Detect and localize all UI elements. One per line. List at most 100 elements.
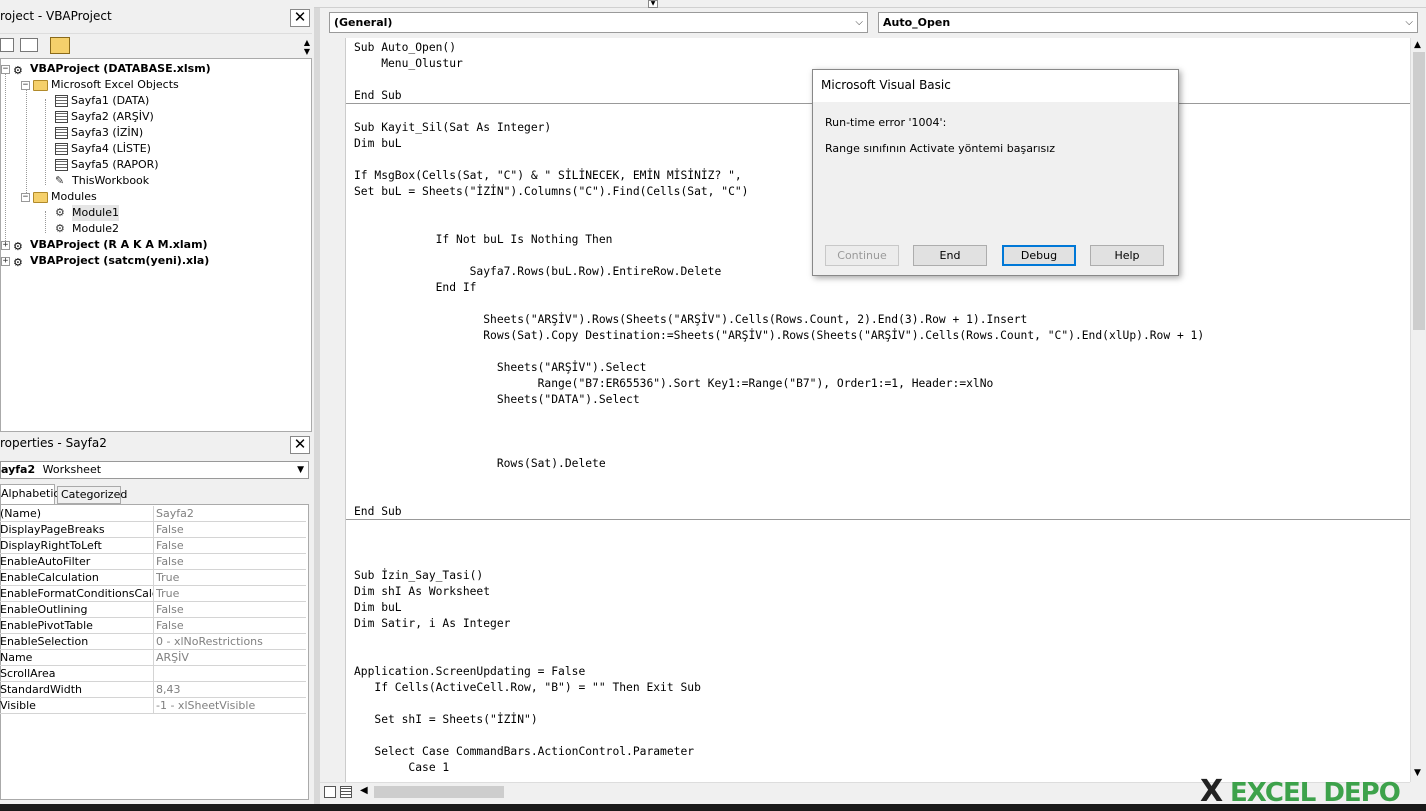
tree-item-project-rakam[interactable]: + ⚙ VBAProject (R A K A M.xlam) xyxy=(1,237,208,253)
tab-alphabetic[interactable]: Alphabetic xyxy=(0,484,59,504)
property-value[interactable] xyxy=(156,666,306,682)
project-close-button[interactable]: ✕ xyxy=(290,9,310,27)
property-row[interactable]: Visible -1 - xlSheetVisible xyxy=(0,698,306,714)
code-line[interactable]: Select Case CommandBars.ActionControl.Pa… xyxy=(354,744,694,760)
property-value[interactable]: False xyxy=(156,554,306,570)
property-value[interactable]: ARŞİV xyxy=(156,650,306,666)
tree-item-excel-objects[interactable]: − Microsoft Excel Objects xyxy=(21,77,179,93)
scroll-up-icon[interactable]: ▲ xyxy=(1414,40,1421,50)
property-row[interactable]: (Name) Sayfa2 xyxy=(0,506,306,522)
property-row[interactable]: DisplayRightToLeft False xyxy=(0,538,306,554)
code-line[interactable]: Sub Kayit_Sil(Sat As Integer) xyxy=(354,120,551,136)
property-row[interactable]: EnableFormatConditionsCalculatiTrue xyxy=(0,586,306,602)
scroll-left-icon[interactable]: ◀ xyxy=(360,785,368,796)
vertical-scrollbar[interactable]: ▲ ▼ xyxy=(1410,38,1426,782)
tree-item-thisworkbook[interactable]: ✎ ThisWorkbook xyxy=(55,173,149,189)
tree-item-modules[interactable]: − Modules xyxy=(21,189,97,205)
properties-title: roperties - Sayfa2 xyxy=(0,436,107,450)
code-line[interactable]: Set shI = Sheets("İZİN") xyxy=(354,712,537,728)
code-line[interactable]: End Sub xyxy=(354,88,402,104)
tree-item-sheet[interactable]: Sayfa5 (RAPOR) xyxy=(55,157,159,173)
code-line[interactable]: If Not buL Is Nothing Then xyxy=(354,232,613,248)
toolbar-dropdown-arrow[interactable]: ▼ xyxy=(648,0,658,8)
expand-icon[interactable]: + xyxy=(1,256,10,266)
tree-item-sheet[interactable]: Sayfa1 (DATA) xyxy=(55,93,149,109)
code-line[interactable]: Sayfa7.Rows(buL.Row).EntireRow.Delete xyxy=(354,264,722,280)
properties-close-button[interactable]: ✕ xyxy=(290,436,310,454)
code-line[interactable]: Sub Auto_Open() xyxy=(354,40,456,56)
code-line[interactable]: Sub İzin_Say_Tasi() xyxy=(354,568,483,584)
property-value[interactable]: Sayfa2 xyxy=(156,506,306,522)
horizontal-scroll-thumb[interactable] xyxy=(374,786,504,798)
scroll-thumb[interactable] xyxy=(1413,52,1425,330)
property-row[interactable]: ScrollArea xyxy=(0,666,306,682)
property-row[interactable]: EnableCalculation True xyxy=(0,570,306,586)
tab-categorized[interactable]: Categorized xyxy=(57,486,127,504)
code-line[interactable]: Dim buL xyxy=(354,136,402,152)
toggle-folders-icon[interactable] xyxy=(50,37,70,54)
property-row[interactable]: StandardWidth 8,43 xyxy=(0,682,306,698)
code-line[interactable]: Sheets("ARŞİV").Rows(Sheets("ARŞİV").Cel… xyxy=(354,312,1027,328)
code-line[interactable]: Dim Satir, i As Integer xyxy=(354,616,510,632)
code-line[interactable]: Case 1 xyxy=(354,760,449,776)
property-row[interactable]: EnablePivotTable False xyxy=(0,618,306,634)
debug-button[interactable]: Debug xyxy=(1002,245,1076,266)
chevron-down-icon: ⌵ xyxy=(855,17,863,28)
full-module-view-icon[interactable] xyxy=(340,786,352,798)
property-row[interactable]: EnableSelection 0 - xlNoRestrictions xyxy=(0,634,306,650)
property-value[interactable]: True xyxy=(156,586,306,602)
property-row[interactable]: EnableAutoFilter False xyxy=(0,554,306,570)
property-value[interactable]: 0 - xlNoRestrictions xyxy=(156,634,306,650)
procedure-view-icon[interactable] xyxy=(324,786,336,798)
continue-button[interactable]: Continue xyxy=(825,245,899,266)
property-row[interactable]: DisplayPageBreaks False xyxy=(0,522,306,538)
object-combo[interactable]: (General) ⌵ xyxy=(329,12,868,33)
property-value[interactable]: True xyxy=(156,570,306,586)
property-value[interactable]: False xyxy=(156,522,306,538)
property-row[interactable]: EnableOutlining False xyxy=(0,602,306,618)
collapse-icon[interactable]: − xyxy=(21,80,30,90)
tree-item-project-satcm[interactable]: + ⚙ VBAProject (satcm(yeni).xla) xyxy=(1,253,209,269)
tree-item-sheet[interactable]: Sayfa2 (ARŞİV) xyxy=(55,109,154,125)
properties-object-combo[interactable]: ayfa2 Worksheet ▼ xyxy=(0,461,309,479)
tree-item-module1[interactable]: ⚙ Module1 xyxy=(55,205,119,221)
code-line[interactable]: End Sub xyxy=(354,504,402,520)
view-code-icon[interactable] xyxy=(0,38,14,52)
property-row[interactable]: Name ARŞİV xyxy=(0,650,306,666)
code-line[interactable]: Range("B7:ER65536").Sort Key1:=Range("B7… xyxy=(354,376,994,392)
project-scroll-arrow[interactable]: ▲ ▼ xyxy=(302,38,312,56)
chevron-down-icon: ▼ xyxy=(297,465,304,475)
tree-item-project-database[interactable]: − ⚙ VBAProject (DATABASE.xlsm) xyxy=(1,61,211,77)
collapse-icon[interactable]: − xyxy=(21,192,30,202)
view-object-icon[interactable] xyxy=(20,38,38,52)
collapse-icon[interactable]: − xyxy=(1,64,10,74)
property-value[interactable]: False xyxy=(156,602,306,618)
code-line[interactable]: Application.ScreenUpdating = False xyxy=(354,664,585,680)
project-explorer: roject - VBAProject ✕ ▲ ▼ − ⚙ VBAProject … xyxy=(0,6,314,432)
tree-item-sheet[interactable]: Sayfa4 (LİSTE) xyxy=(55,141,151,157)
property-value[interactable]: False xyxy=(156,618,306,634)
properties-window: roperties - Sayfa2 ✕ ayfa2 Worksheet ▼ A… xyxy=(0,432,314,804)
code-line[interactable]: Sheets("ARŞİV").Select xyxy=(354,360,647,376)
code-line[interactable]: If MsgBox(Cells(Sat, "C") & " SİLİNECEK,… xyxy=(354,168,742,184)
code-line[interactable]: Menu_Olustur xyxy=(354,56,463,72)
help-button[interactable]: Help xyxy=(1090,245,1164,266)
code-line[interactable]: End If xyxy=(354,280,477,296)
property-value[interactable]: -1 - xlSheetVisible xyxy=(156,698,306,714)
code-line[interactable]: Dim buL xyxy=(354,600,402,616)
procedure-combo[interactable]: Auto_Open ⌵ xyxy=(878,12,1418,33)
property-name: DisplayPageBreaks xyxy=(0,522,154,538)
code-line[interactable]: Set buL = Sheets("İZİN").Columns("C").Fi… xyxy=(354,184,748,200)
code-line[interactable]: Sheets("DATA").Select xyxy=(354,392,640,408)
property-value[interactable]: 8,43 xyxy=(156,682,306,698)
code-line[interactable]: If Cells(ActiveCell.Row, "B") = "" Then … xyxy=(354,680,700,696)
expand-icon[interactable]: + xyxy=(1,240,10,250)
tree-item-module2[interactable]: ⚙ Module2 xyxy=(55,221,119,237)
code-line[interactable]: Dim shI As Worksheet xyxy=(354,584,490,600)
end-button[interactable]: End xyxy=(913,245,987,266)
tree-item-sheet[interactable]: Sayfa3 (İZİN) xyxy=(55,125,143,141)
property-value[interactable]: False xyxy=(156,538,306,554)
code-line[interactable]: Rows(Sat).Delete xyxy=(354,456,606,472)
dialog-titlebar[interactable]: Microsoft Visual Basic xyxy=(813,70,1178,102)
code-line[interactable]: Rows(Sat).Copy Destination:=Sheets("ARŞİ… xyxy=(354,328,1204,344)
